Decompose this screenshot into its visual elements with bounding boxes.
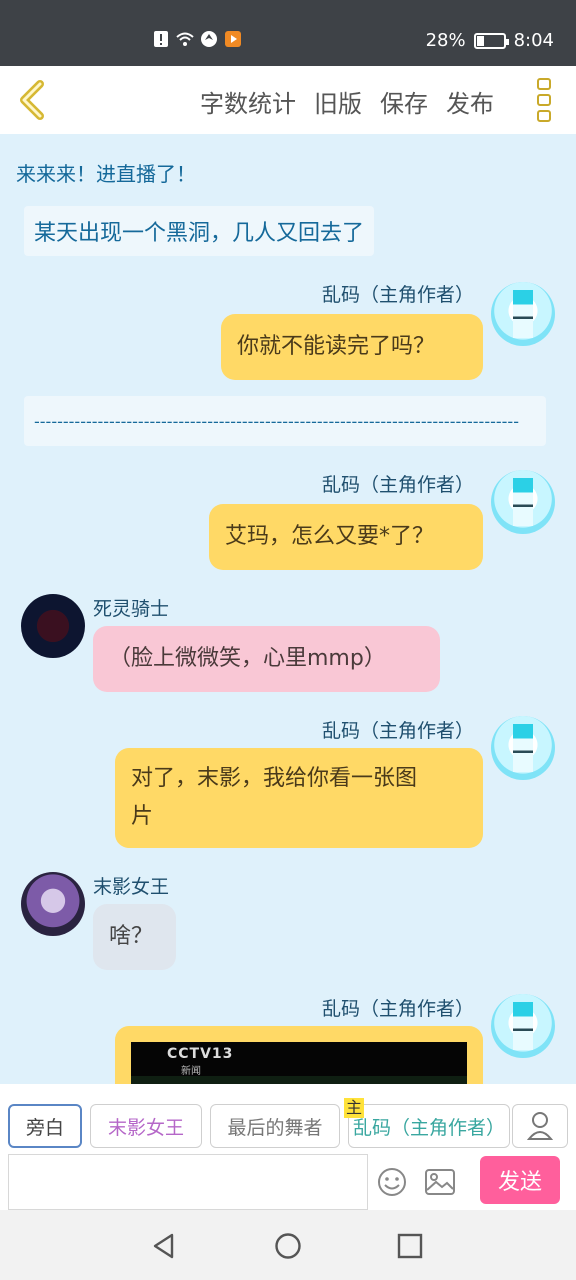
back-arrow-icon[interactable] xyxy=(12,78,52,122)
message-line: 片 xyxy=(131,804,154,829)
clock: 8:04 xyxy=(513,30,554,51)
more-menu-icon[interactable] xyxy=(534,78,554,122)
avatar[interactable] xyxy=(491,282,555,346)
save-button[interactable]: 保存 xyxy=(380,84,428,119)
message-input[interactable] xyxy=(8,1154,368,1210)
speaker-name: 乱码（主角作者） xyxy=(321,720,474,742)
message-bubble[interactable]: 啥？ xyxy=(93,904,176,970)
composer: 旁白 末影女王 最后的舞者 主 乱码（主角作者） 发送 xyxy=(0,1084,576,1210)
status-bar: 28% 8:04 xyxy=(0,0,576,66)
app-icon xyxy=(201,31,217,47)
message-line: 对了，末影，我给你看一张图 xyxy=(131,766,418,791)
send-button[interactable]: 发送 xyxy=(480,1156,560,1204)
avatar[interactable] xyxy=(21,872,85,936)
tv-logo-sub: 新闻 xyxy=(181,1066,201,1077)
navigation-bar xyxy=(0,1210,576,1280)
image-message[interactable]: CCTV13 新闻 xyxy=(115,1026,483,1084)
tv-logo: CCTV13 xyxy=(167,1046,234,1062)
narration-bubble[interactable]: 某天出现一个黑洞，几人又回去了 xyxy=(24,206,375,256)
protagonist-badge: 主 xyxy=(344,1098,365,1118)
divider-narration[interactable]: ----------------------------------------… xyxy=(24,396,546,446)
battery-icon xyxy=(473,32,509,49)
emoji-icon[interactable] xyxy=(376,1166,408,1198)
speaker-name: 乱码（主角作者） xyxy=(321,474,474,496)
character-selector: 旁白 末影女王 最后的舞者 主 乱码（主角作者） xyxy=(8,1098,510,1148)
top-toolbar: 字数统计 旧版 保存 发布 xyxy=(0,66,576,134)
message-bubble[interactable]: 你就不能读完了吗？ xyxy=(221,314,483,380)
message-image[interactable]: CCTV13 新闻 xyxy=(131,1042,467,1084)
character-chip-author[interactable]: 乱码（主角作者） xyxy=(348,1104,510,1148)
chat-area[interactable]: 来来来！进直播了！ 某天出现一个黑洞，几人又回去了 乱码（主角作者） 你就不能读… xyxy=(0,134,576,1084)
status-icons xyxy=(152,30,242,48)
character-chip-ender-queen[interactable]: 末影女王 xyxy=(90,1104,202,1148)
video-app-icon xyxy=(225,31,241,47)
publish-button[interactable]: 发布 xyxy=(446,84,494,119)
avatar[interactable] xyxy=(491,994,555,1058)
nav-recents-icon[interactable] xyxy=(396,1232,424,1260)
message-bubble[interactable]: 对了，末影，我给你看一张图 片 xyxy=(115,748,483,848)
message-bubble[interactable]: 艾玛，怎么又要*了？ xyxy=(209,504,483,570)
speaker-name: 死灵骑士 xyxy=(93,598,170,620)
word-count-button[interactable]: 字数统计 xyxy=(200,84,296,119)
old-version-button[interactable]: 旧版 xyxy=(314,84,362,119)
message-bubble[interactable]: （脸上微微笑，心里mmp） xyxy=(93,626,440,692)
nav-back-icon[interactable] xyxy=(150,1232,178,1260)
character-chip-narration[interactable]: 旁白 xyxy=(8,1104,82,1148)
avatar[interactable] xyxy=(491,716,555,780)
add-character-button[interactable] xyxy=(512,1104,568,1148)
avatar[interactable] xyxy=(491,470,555,534)
speaker-name: 末影女王 xyxy=(93,876,170,898)
character-chip-last-dancer[interactable]: 最后的舞者 xyxy=(210,1104,340,1148)
narration-text: 来来来！进直播了！ xyxy=(16,162,196,186)
avatar[interactable] xyxy=(21,594,85,658)
wifi-icon xyxy=(176,32,194,46)
speaker-name: 乱码（主角作者） xyxy=(321,998,474,1020)
toolbar-actions: 字数统计 旧版 保存 发布 xyxy=(200,84,494,119)
person-icon xyxy=(527,1112,553,1140)
battery-percent: 28% xyxy=(425,30,466,51)
image-icon[interactable] xyxy=(424,1168,456,1196)
notification-icon xyxy=(154,31,168,47)
speaker-name: 乱码（主角作者） xyxy=(321,284,474,306)
nav-home-icon[interactable] xyxy=(274,1232,302,1260)
